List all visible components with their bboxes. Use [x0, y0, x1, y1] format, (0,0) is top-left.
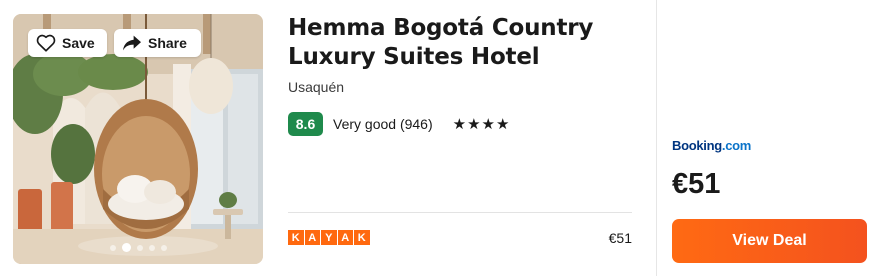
- provider-row[interactable]: K A Y A K €51: [288, 228, 632, 248]
- rating-row: 8.6 Very good (946) ★★★★: [288, 112, 510, 136]
- hotel-location: Usaquén: [288, 79, 345, 95]
- share-arrow-icon: [123, 35, 141, 51]
- save-button-label: Save: [62, 35, 95, 51]
- carousel-dot[interactable]: [148, 244, 155, 251]
- review-score-badge: 8.6: [288, 112, 323, 136]
- provider-price: €51: [608, 230, 632, 246]
- share-button[interactable]: Share: [114, 29, 201, 57]
- kayak-logo-letter: K: [354, 230, 370, 245]
- heart-icon: [36, 34, 56, 52]
- save-button[interactable]: Save: [28, 29, 107, 57]
- share-button-label: Share: [148, 35, 187, 51]
- hotel-result-card[interactable]: Save Share Hemma Bogotá Country Luxury S…: [0, 0, 880, 276]
- vertical-divider: [656, 0, 657, 276]
- hotel-name[interactable]: Hemma Bogotá Country Luxury Suites Hotel: [288, 14, 628, 72]
- kayak-logo-letter: A: [337, 230, 353, 245]
- kayak-logo-letter: Y: [321, 230, 337, 245]
- view-deal-button[interactable]: View Deal: [672, 219, 867, 263]
- carousel-dot[interactable]: [160, 244, 167, 251]
- kayak-logo-letter: A: [304, 230, 320, 245]
- star-rating: ★★★★: [452, 116, 511, 133]
- kayak-logo: K A Y A K: [288, 230, 370, 245]
- booking-logo-name: Booking: [672, 138, 722, 153]
- carousel-dot[interactable]: [136, 244, 143, 251]
- booking-logo-suffix: .com: [721, 138, 752, 153]
- carousel-dot-active[interactable]: [121, 243, 131, 252]
- booking-logo: Booking.com: [672, 138, 751, 153]
- kayak-logo-letter: K: [288, 230, 304, 245]
- deal-price: €51: [672, 168, 721, 200]
- hotel-photo[interactable]: Save Share: [13, 14, 263, 264]
- carousel-dot[interactable]: [109, 244, 116, 251]
- carousel-indicator: [13, 243, 263, 252]
- divider: [288, 212, 632, 213]
- review-summary: Very good (946): [333, 116, 433, 132]
